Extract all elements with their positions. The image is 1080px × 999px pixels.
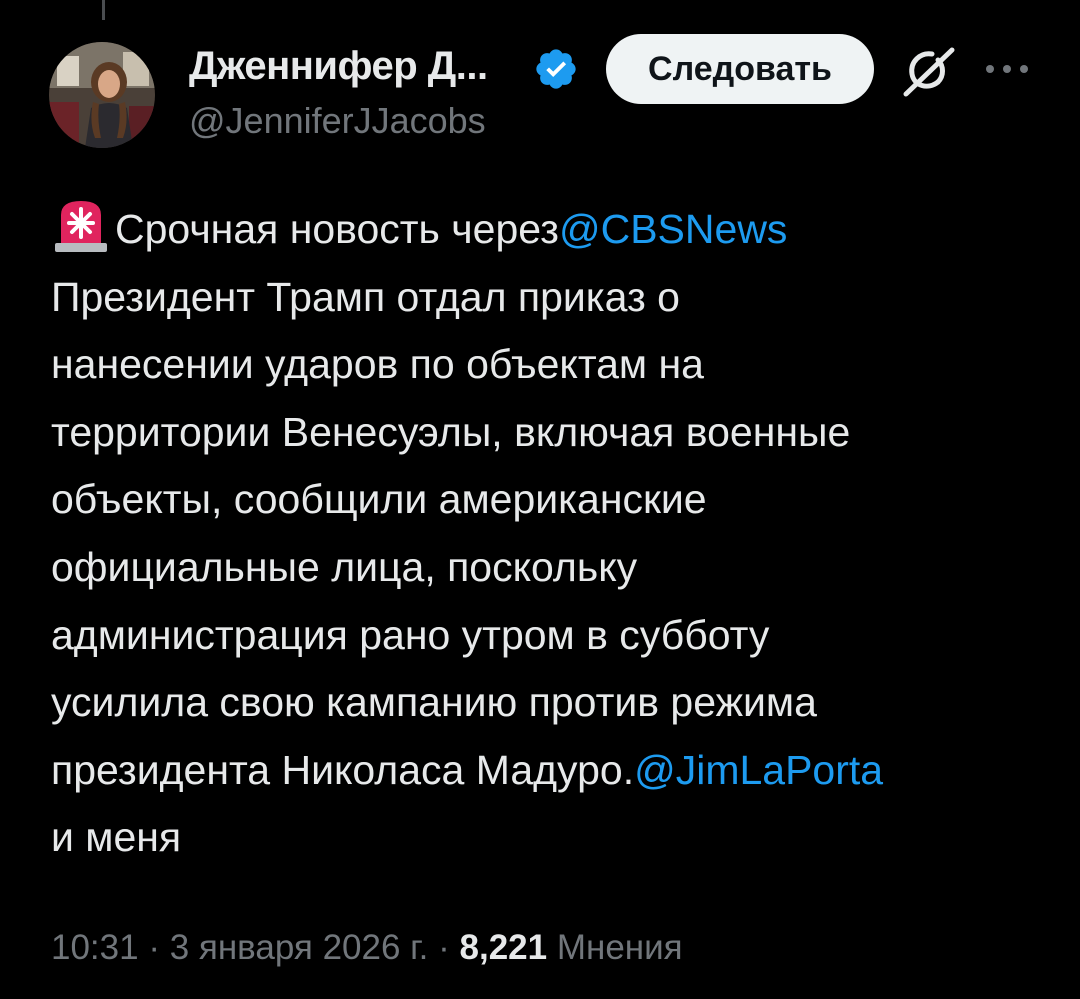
meta-separator: · [428, 928, 460, 967]
tweet-line: президента Николаса Мадуро.@JimLaPorta [51, 737, 1051, 805]
tweet-line: объекты, сообщили американские [51, 476, 707, 523]
mention-link-jimlaporta[interactable]: @JimLaPorta [634, 747, 883, 793]
thread-line [102, 0, 105, 20]
siren-icon [51, 197, 111, 253]
tweet-date[interactable]: 3 января 2026 г. [170, 928, 429, 967]
meta-separator: · [138, 928, 170, 967]
mention-link-cbsnews[interactable]: @CBSNews [559, 206, 787, 252]
tweet-text-segment: президента Николаса Мадуро. [51, 746, 635, 793]
tweet-time[interactable]: 10:31 [51, 928, 139, 967]
tweet-line: Президент Трамп отдал приказ о [51, 273, 680, 320]
more-options-icon[interactable] [984, 62, 1030, 76]
tweet-text-segment: Срочная новость через [115, 206, 559, 252]
author-handle[interactable]: @JenniferJJacobs [189, 100, 486, 142]
tweet-line: усилила свою кампанию против режима [51, 679, 817, 726]
tweet-line: официальные лица, поскольку [51, 543, 638, 590]
tweet-line: и меня [51, 814, 182, 861]
tweet-meta: 10:31 · 3 января 2026 г. · 8,221 Мнения [51, 928, 683, 968]
verified-badge-icon [533, 46, 579, 92]
avatar[interactable] [49, 42, 155, 148]
views-label: Мнения [547, 928, 683, 967]
tweet-line: нанесении ударов по объектам на [51, 341, 704, 388]
views-count: 8,221 [459, 928, 548, 967]
grok-icon[interactable] [898, 44, 958, 100]
tweet-line: Срочная новость через@CBSNews [51, 196, 1051, 264]
follow-button[interactable]: Следовать [606, 34, 874, 104]
author-display-name[interactable]: Дженнифер Д... [189, 44, 488, 89]
tweet-text: Срочная новость через@CBSNews Президент … [51, 196, 1051, 872]
tweet-line: администрация рано утром в субботу [51, 611, 770, 658]
tweet-line: территории Венесуэлы, включая военные [51, 408, 851, 455]
